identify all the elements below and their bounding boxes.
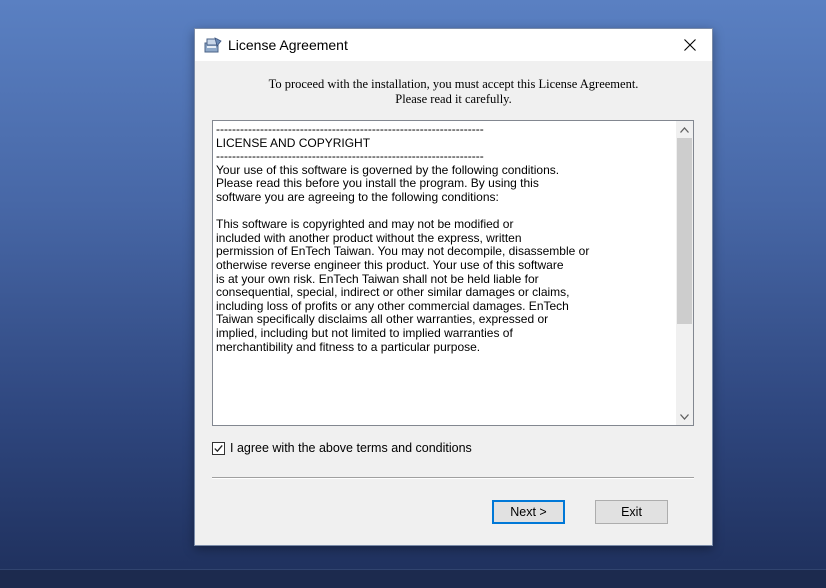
checkmark-icon <box>214 444 223 452</box>
scroll-up-button[interactable] <box>676 121 693 138</box>
agree-option[interactable]: I agree with the above terms and conditi… <box>212 440 472 456</box>
intro-line-2: Please read it carefully. <box>395 92 512 106</box>
license-text-box[interactable]: ----------------------------------------… <box>212 120 694 426</box>
chevron-up-icon <box>680 126 689 133</box>
intro-text: To proceed with the installation, you mu… <box>205 77 702 107</box>
window-title: License Agreement <box>228 37 348 53</box>
intro-line-1: To proceed with the installation, you mu… <box>268 77 639 91</box>
license-dialog: License Agreement To proceed with the in… <box>194 28 713 546</box>
close-icon <box>684 39 696 51</box>
scroll-thumb[interactable] <box>677 138 692 324</box>
separator-line <box>212 477 694 479</box>
chevron-down-icon <box>680 413 689 420</box>
agree-label[interactable]: I agree with the above terms and conditi… <box>230 441 472 455</box>
scroll-down-button[interactable] <box>676 408 693 425</box>
next-button[interactable]: Next > <box>492 500 565 524</box>
title-bar[interactable]: License Agreement <box>195 29 712 61</box>
taskbar-strip <box>0 569 826 588</box>
vertical-scrollbar[interactable] <box>676 121 693 425</box>
installer-icon <box>204 37 222 53</box>
agree-checkbox[interactable] <box>212 441 225 455</box>
license-text: ----------------------------------------… <box>216 123 590 354</box>
exit-button[interactable]: Exit <box>595 500 668 524</box>
close-button[interactable] <box>668 29 712 61</box>
